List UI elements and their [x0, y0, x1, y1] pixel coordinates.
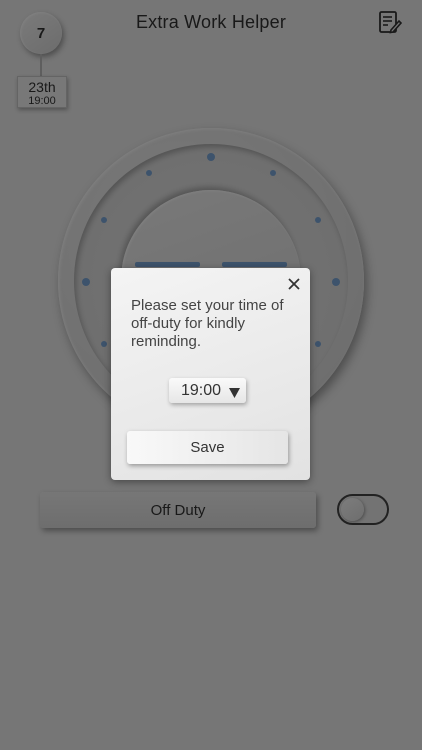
- save-button[interactable]: Save: [127, 431, 288, 464]
- close-icon[interactable]: [286, 276, 302, 292]
- off-duty-time-select[interactable]: 19:00: [169, 378, 246, 403]
- off-duty-time-dialog: Please set your time of off-duty for kin…: [111, 268, 310, 480]
- dropdown-arrow-icon: [229, 385, 240, 398]
- dialog-message: Please set your time of off-duty for kin…: [131, 297, 284, 350]
- time-select-value: 19:00: [181, 381, 222, 399]
